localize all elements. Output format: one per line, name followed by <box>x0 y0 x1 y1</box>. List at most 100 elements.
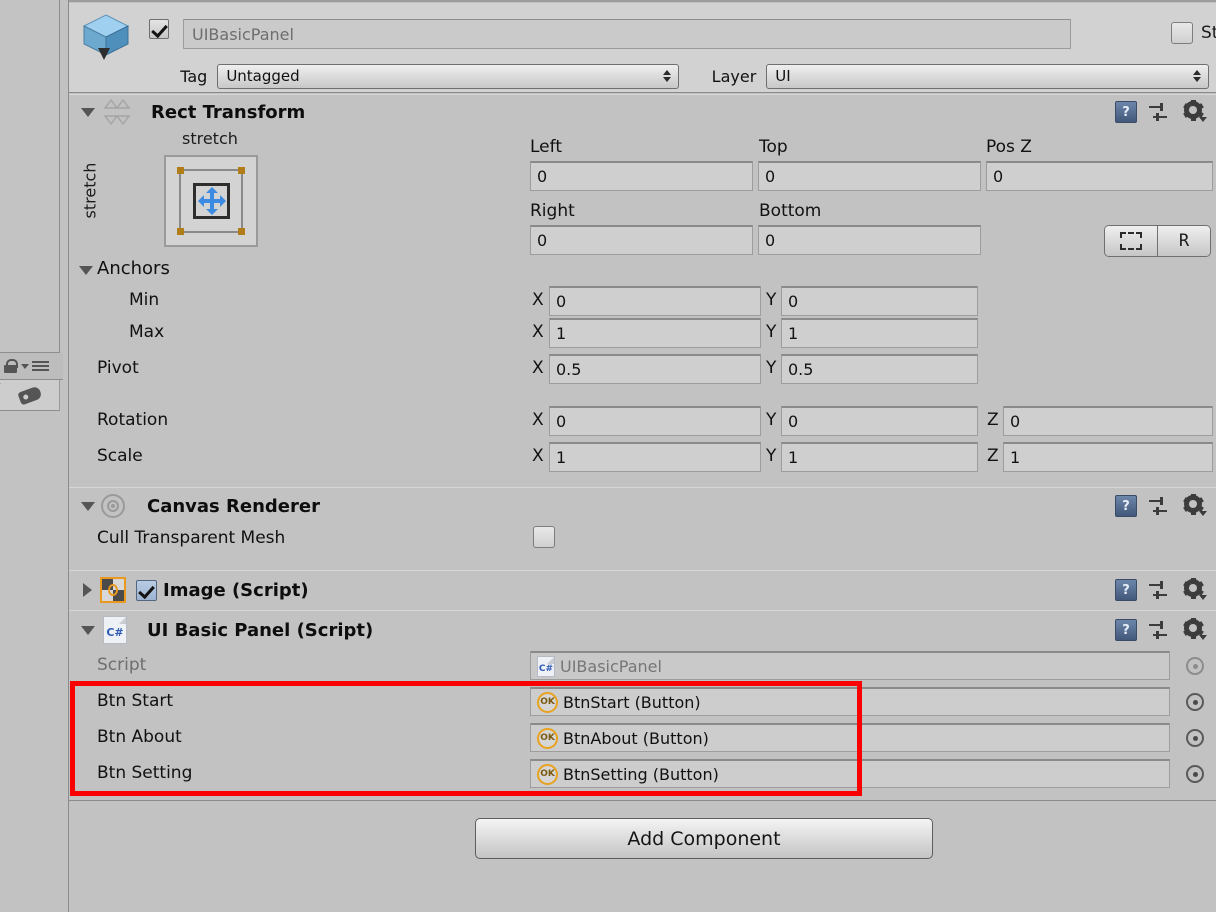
anchors-label: Anchors <box>97 258 170 279</box>
image-header[interactable]: Image (Script) ? <box>69 571 1216 609</box>
foldout-arrow-icon[interactable] <box>83 583 92 597</box>
anchor-max-label: Max <box>129 322 164 342</box>
canvas-renderer-icon <box>101 494 125 518</box>
preset-icon[interactable] <box>1149 102 1171 122</box>
gear-icon[interactable] <box>1183 101 1207 123</box>
pivot-y-input[interactable]: 0.5 <box>781 354 978 384</box>
preset-icon[interactable] <box>1149 496 1171 516</box>
right-label: Right <box>530 201 575 221</box>
help-icon[interactable]: ? <box>1115 619 1137 641</box>
chevron-updown-icon <box>663 70 671 82</box>
axis-x-label: X <box>532 290 544 310</box>
preset-icon[interactable] <box>1149 580 1171 600</box>
rotation-y-input[interactable]: 0 <box>781 406 978 436</box>
tag-dropdown[interactable]: Untagged <box>217 64 678 89</box>
add-component-button[interactable]: Add Component <box>475 818 933 859</box>
static-checkbox[interactable] <box>1171 22 1193 44</box>
pivot-x-input[interactable]: 0.5 <box>549 354 761 384</box>
help-icon[interactable]: ? <box>1115 495 1137 517</box>
bottom-input[interactable]: 0 <box>758 225 981 255</box>
scale-z-input[interactable]: 1 <box>1003 442 1213 472</box>
axis-z-label: Z <box>987 446 999 466</box>
tag-icon <box>17 385 42 405</box>
divider <box>0 383 1 384</box>
btn-setting-object-field[interactable]: OK BtnSetting (Button) <box>530 759 1170 788</box>
script-object-picker[interactable] <box>1186 657 1204 675</box>
axis-y-label: Y <box>766 358 776 378</box>
gameobject-name-input[interactable]: UIBasicPanel <box>183 19 1071 49</box>
button-ok-icon: OK <box>537 764 558 785</box>
help-icon[interactable]: ? <box>1115 101 1137 123</box>
component-image: Image (Script) ? <box>69 570 1216 611</box>
anchors-foldout-icon[interactable] <box>79 266 93 275</box>
cull-transparent-mesh-checkbox[interactable] <box>533 526 555 548</box>
anchor-preset-button[interactable] <box>164 155 258 247</box>
canvas-renderer-header[interactable]: Canvas Renderer ? <box>69 488 1216 524</box>
cube-icon <box>80 13 132 61</box>
left-label: Left <box>530 137 562 157</box>
posz-input[interactable]: 0 <box>986 161 1213 191</box>
anchor-min-label: Min <box>129 290 159 310</box>
script-object-field: C# UIBasicPanel <box>530 651 1170 680</box>
ui-basic-panel-header[interactable]: C# UI Basic Panel (Script) ? <box>69 611 1216 649</box>
component-title: Rect Transform <box>151 102 305 123</box>
anchor-min-y-input[interactable]: 0 <box>781 286 978 316</box>
foldout-arrow-icon[interactable] <box>81 108 95 117</box>
btn-start-object-picker[interactable] <box>1186 693 1204 711</box>
script-value: UIBasicPanel <box>560 657 662 676</box>
btn-about-object-field[interactable]: OK BtnAbout (Button) <box>530 723 1170 752</box>
component-canvas-renderer: Canvas Renderer ? Cull Transparent Mesh <box>69 487 1216 571</box>
preset-icon[interactable] <box>1149 620 1171 640</box>
gameobject-enabled-checkbox[interactable] <box>149 19 169 39</box>
axis-x-label: X <box>532 410 544 430</box>
axis-x-label: X <box>532 322 544 342</box>
component-title: Canvas Renderer <box>147 496 320 517</box>
button-ok-icon: OK <box>537 692 558 713</box>
inspector-window: UIBasicPanel Static Tag Untagged Layer U… <box>0 0 1216 912</box>
scale-y-input[interactable]: 1 <box>781 442 978 472</box>
blueprint-mode-button[interactable] <box>1105 226 1157 256</box>
chevron-down-icon[interactable] <box>21 364 29 369</box>
left-input[interactable]: 0 <box>530 161 753 191</box>
tag-tab-button[interactable] <box>0 380 60 411</box>
scale-label: Scale <box>97 446 143 466</box>
axis-z-label: Z <box>987 410 999 430</box>
right-input[interactable]: 0 <box>530 225 753 255</box>
btn-start-object-field[interactable]: OK BtnStart (Button) <box>530 687 1170 716</box>
raw-edit-button[interactable]: R <box>1157 226 1210 256</box>
left-toolbar[interactable] <box>0 353 63 380</box>
move-arrows-icon <box>198 187 226 215</box>
scale-x-input[interactable]: 1 <box>549 442 761 472</box>
gear-icon[interactable] <box>1183 495 1207 517</box>
image-enabled-checkbox[interactable] <box>136 580 157 601</box>
btn-about-object-picker[interactable] <box>1186 729 1204 747</box>
foldout-arrow-icon[interactable] <box>81 502 95 511</box>
anchor-max-x-input[interactable]: 1 <box>549 318 761 348</box>
anchor-min-x-input[interactable]: 0 <box>549 286 761 316</box>
rotation-x-input[interactable]: 0 <box>549 406 761 436</box>
help-icon[interactable]: ? <box>1115 579 1137 601</box>
rotation-z-input[interactable]: 0 <box>1003 406 1213 436</box>
button-ok-icon: OK <box>537 728 558 749</box>
btn-about-value: BtnAbout (Button) <box>563 729 709 748</box>
bottom-label: Bottom <box>759 201 821 221</box>
top-input[interactable]: 0 <box>758 161 981 191</box>
anchor-max-y-input[interactable]: 1 <box>781 318 978 348</box>
lock-icon[interactable] <box>4 359 18 373</box>
layer-dropdown[interactable]: UI <box>766 64 1209 89</box>
axis-y-label: Y <box>766 446 776 466</box>
gear-icon[interactable] <box>1183 619 1207 641</box>
hamburger-menu-icon[interactable] <box>32 361 49 371</box>
left-panel-area <box>0 0 60 353</box>
gear-icon[interactable] <box>1183 579 1207 601</box>
chevron-updown-icon <box>1193 70 1201 82</box>
foldout-arrow-icon[interactable] <box>81 626 95 635</box>
static-toggle-group[interactable]: Static <box>1171 22 1216 44</box>
rect-mode-buttons[interactable]: R <box>1104 225 1211 257</box>
anchor-center <box>193 183 230 219</box>
cull-transparent-mesh-label: Cull Transparent Mesh <box>97 528 285 548</box>
header-icons: ? <box>1115 579 1207 601</box>
btn-setting-label: Btn Setting <box>97 763 192 783</box>
btn-setting-object-picker[interactable] <box>1186 765 1204 783</box>
rect-transform-header[interactable]: Rect Transform ? <box>69 95 1216 129</box>
